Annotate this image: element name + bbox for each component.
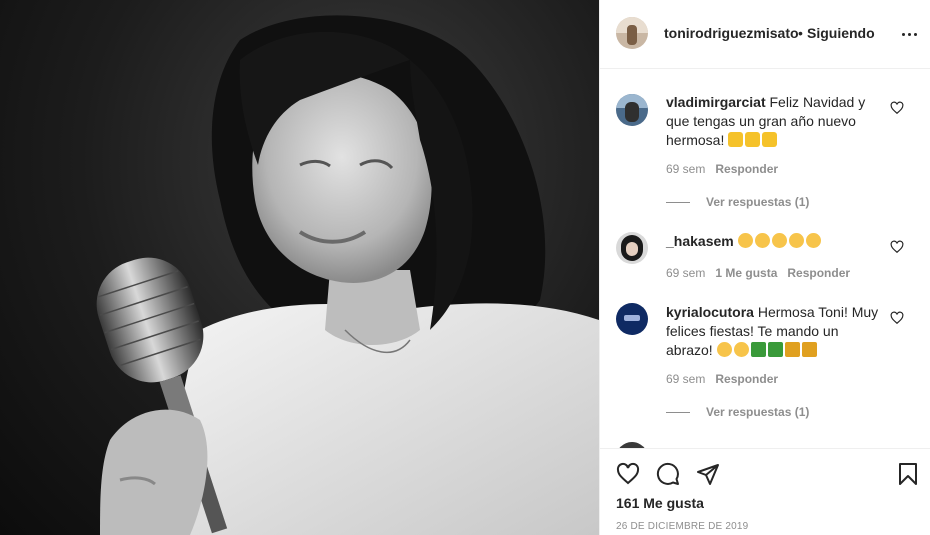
comment-time: 69 sem <box>666 266 706 280</box>
comment-like-icon[interactable] <box>890 240 904 254</box>
comments-list[interactable]: vladimirgarciat Feliz Navidad y que teng… <box>600 70 930 448</box>
view-replies-button[interactable]: Ver respuestas (1) <box>666 405 809 419</box>
reply-button[interactable]: Responder <box>715 162 778 176</box>
post-side-panel: tonirodriguezmisato • Siguiendo vladimir… <box>599 0 930 535</box>
comment-username[interactable]: vladimirgarciat <box>666 94 766 110</box>
bookmark-icon[interactable] <box>896 462 920 486</box>
heart-icon[interactable] <box>616 462 640 486</box>
comment-icon[interactable] <box>656 462 680 486</box>
comment-meta: 69 sem Responder <box>666 372 778 386</box>
post-date: 26 DE DICIEMBRE DE 2019 <box>616 521 749 532</box>
view-replies-label: Ver respuestas (1) <box>706 195 810 209</box>
post-photo[interactable] <box>0 0 599 535</box>
comment-like-icon[interactable] <box>890 311 904 325</box>
reply-button[interactable]: Responder <box>715 372 778 386</box>
comment-username[interactable]: _hakasem <box>666 233 734 249</box>
more-options-icon[interactable] <box>899 24 919 44</box>
view-replies-label: Ver respuestas (1) <box>706 405 810 419</box>
reply-button[interactable]: Responder <box>787 266 850 280</box>
author-username[interactable]: tonirodriguezmisato <box>664 25 799 41</box>
star-emoji-icon <box>728 132 779 148</box>
following-button[interactable]: Siguiendo <box>807 25 875 41</box>
comment-body: _hakasem <box>666 232 888 251</box>
heart-eyes-emoji-icon <box>737 233 823 249</box>
commenter-avatar[interactable] <box>616 94 648 126</box>
commenter-avatar[interactable] <box>616 232 648 264</box>
comment-meta: 69 sem 1 Me gusta Responder <box>666 266 850 280</box>
author-avatar[interactable] <box>616 17 648 49</box>
comment-username[interactable]: kyrialocutora <box>666 304 754 320</box>
comment-body: vladimirgarciat Feliz Navidad y que teng… <box>666 93 888 150</box>
comment-body: kyrialocutora Hermosa Toni! Muy felices … <box>666 303 888 360</box>
photo-illustration <box>96 15 599 535</box>
post-header: tonirodriguezmisato • Siguiendo <box>600 0 930 69</box>
commenter-avatar[interactable] <box>616 303 648 335</box>
comment-likes[interactable]: 1 Me gusta <box>715 266 777 280</box>
header-separator: • <box>798 25 803 41</box>
holiday-emoji-icon <box>716 342 819 358</box>
paper-plane-icon[interactable] <box>696 462 720 486</box>
like-count[interactable]: 161 Me gusta <box>616 495 704 511</box>
comment-time: 69 sem <box>666 372 706 386</box>
comment-time: 69 sem <box>666 162 706 176</box>
post-modal: tonirodriguezmisato • Siguiendo vladimir… <box>0 0 930 535</box>
comment-meta: 69 sem Responder <box>666 162 778 176</box>
view-replies-button[interactable]: Ver respuestas (1) <box>666 195 809 209</box>
comment-like-icon[interactable] <box>890 101 904 115</box>
